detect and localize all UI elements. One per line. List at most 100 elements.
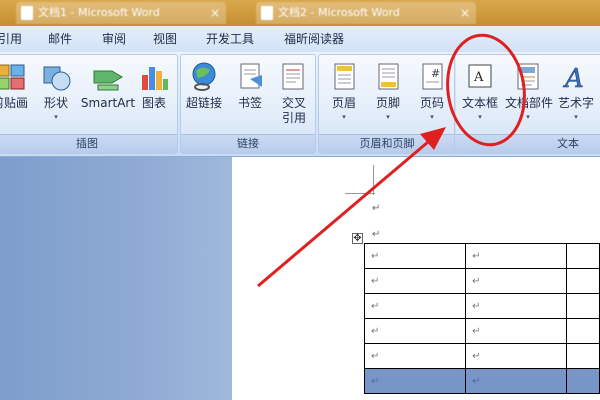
footer-label: 页脚 [375,96,400,110]
group-label-header-footer: 页眉和页脚 [319,134,455,153]
clipart-label: 剪贴画 [0,96,28,110]
table-cell[interactable]: ↵ [465,293,568,319]
group-text: A 文本框 ▾ 文档部件 ▾ A 艺术字 ▾ 文本 [454,54,600,154]
shapes-button[interactable]: 形状 ▾ [33,61,79,133]
document-icon [261,6,273,20]
smartart-button[interactable]: SmartArt [79,61,137,133]
tab-review[interactable]: 审阅 [102,26,126,52]
paragraph-mark: ↵ [372,229,381,240]
bookmark-icon [240,63,262,89]
paragraph-mark: ↵ [372,203,381,214]
ribbon-tab-bar: 引用 邮件 审阅 视图 开发工具 福昕阅读器 [0,26,600,53]
cross-reference-button[interactable]: 交叉 引用 [271,61,317,133]
document-tab-2[interactable]: 文档2 - Microsoft Word × [256,2,476,24]
table-cell[interactable]: ↵ [363,368,467,394]
table-cell[interactable]: ↵ [363,243,467,269]
textbox-button[interactable]: A 文本框 ▾ [457,61,503,133]
chart-label: 图表 [141,96,166,110]
table-row: ↵ ↵ [363,243,600,269]
shapes-label: 形状 [43,96,68,110]
header-button[interactable]: 页眉 ▾ [321,61,367,133]
table-row: ↵ ↵ [363,343,600,369]
table-cell[interactable]: ↵ [465,368,568,394]
tab-foxit-reader[interactable]: 福昕阅读器 [284,26,344,52]
footer-button[interactable]: 页脚 ▾ [365,61,411,133]
textbox-label: 文本框 [461,96,498,110]
group-header-footer: 页眉 ▾ 页脚 ▾ # 页码 ▾ 页眉和页脚 [318,54,456,154]
tab-developer[interactable]: 开发工具 [206,26,254,52]
table-cell[interactable] [566,343,600,369]
table-cell[interactable]: ↵ [363,268,467,294]
table-cell[interactable]: ↵ [465,343,568,369]
margin-marker [373,165,374,195]
chevron-down-icon: ▾ [342,113,346,121]
page-number-button[interactable]: # 页码 ▾ [409,61,455,133]
hyperlink-icon [192,62,216,91]
chevron-down-icon: ▾ [54,113,58,121]
smartart-icon [93,70,123,91]
cross-reference-label-2: 引用 [281,111,306,125]
chevron-down-icon: ▾ [430,113,434,121]
page-number-label: 页码 [419,96,444,110]
quick-parts-icon [517,63,539,90]
document-area: ↵ ↵ ✥ ↵ ↵ ↵ ↵ ↵ ↵ ↵ ↵ ↵ ↵ ↵ ↵ [0,157,600,400]
table-row: ↵ ↵ [363,293,600,319]
table-cell[interactable] [566,243,600,269]
table-cell[interactable]: ↵ [363,318,467,344]
table-cell[interactable]: ↵ [363,343,467,369]
navigation-pane [0,157,232,400]
table-cell[interactable]: ↵ [363,293,467,319]
chevron-down-icon: ▾ [526,113,530,121]
close-tab-icon[interactable]: × [210,2,220,24]
document-table[interactable]: ↵ ↵ ↵ ↵ ↵ ↵ ↵ ↵ ↵ ↵ ↵ ↵ [363,243,600,394]
svg-text:A: A [563,64,584,93]
hyperlink-label: 超链接 [185,96,222,110]
bookmark-button[interactable]: 书签 [227,61,273,133]
hyperlink-button[interactable]: 超链接 [181,61,227,133]
svg-text:#: # [431,67,440,80]
ribbon: 剪贴画 形状 ▾ SmartArt 图表 插图 [0,52,600,157]
clipart-button[interactable]: 剪贴画 [0,61,33,133]
close-tab-icon[interactable]: × [460,2,470,24]
table-cell[interactable] [566,293,600,319]
table-cell[interactable]: ↵ [465,318,568,344]
table-cell[interactable]: ↵ [465,243,568,269]
group-label-text: 文本 [455,134,600,153]
table-move-handle-icon[interactable]: ✥ [352,233,363,244]
group-label-illustrations: 插图 [0,134,177,153]
document-page[interactable]: ↵ ↵ ✥ ↵ ↵ ↵ ↵ ↵ ↵ ↵ ↵ ↵ ↵ ↵ ↵ [232,157,600,400]
group-label-links: 链接 [181,134,315,153]
header-label: 页眉 [331,96,356,110]
table-row: ↵ ↵ [363,318,600,344]
tab-references[interactable]: 引用 [0,26,22,52]
bookmark-label: 书签 [237,96,262,110]
table-row-selected: ↵ ↵ [363,368,600,394]
document-icon [21,6,33,20]
chevron-down-icon: ▾ [386,113,390,121]
document-tab-label: 文档2 - Microsoft Word [278,6,400,19]
title-bar: 文档1 - Microsoft Word × 文档2 - Microsoft W… [0,0,600,26]
wordart-label: 艺术字 [557,96,594,110]
table-cell[interactable] [566,268,600,294]
table-cell[interactable] [566,368,600,394]
table-cell[interactable] [566,318,600,344]
quick-parts-button[interactable]: 文档部件 ▾ [505,61,553,133]
margin-marker [345,193,375,194]
tab-view[interactable]: 视图 [153,26,177,52]
chart-icon [142,67,168,90]
group-illustrations: 剪贴画 形状 ▾ SmartArt 图表 插图 [0,54,178,154]
table-cell[interactable]: ↵ [465,268,568,294]
page-number-icon: # [422,63,443,90]
header-icon [334,63,355,90]
chart-button[interactable]: 图表 [131,61,177,133]
footer-icon [378,63,399,90]
chevron-down-icon: ▾ [574,113,578,121]
tab-mailings[interactable]: 邮件 [48,26,72,52]
document-tab-1[interactable]: 文档1 - Microsoft Word × [16,2,226,24]
chevron-down-icon: ▾ [478,113,482,121]
wordart-button[interactable]: A 艺术字 ▾ [553,61,599,133]
group-links: 超链接 书签 交叉 引用 链接 [180,54,316,154]
cross-reference-label: 交叉 [281,96,306,110]
shapes-icon [43,66,71,91]
table-row: ↵ ↵ [363,268,600,294]
